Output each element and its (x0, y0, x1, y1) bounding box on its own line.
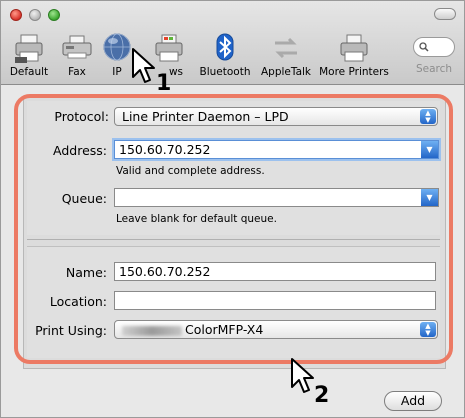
group-divider (27, 239, 440, 240)
queue-field[interactable]: ▼ (114, 188, 439, 207)
location-label: Location: (49, 294, 107, 309)
print-using-value: ColorMFP-X4 (185, 322, 264, 337)
protocol-label: Protocol: (54, 109, 109, 124)
zoom-window-button[interactable] (48, 9, 60, 21)
search-input[interactable] (413, 37, 455, 57)
queue-hint: Leave blank for default queue. (116, 213, 277, 225)
address-hint: Valid and complete address. (116, 165, 265, 177)
name-label: Name: (65, 265, 107, 280)
toolbar: Default Fax IP ws Bluetooth AppleTalk Mo… (1, 1, 464, 85)
cursor-pointer-icon (291, 358, 314, 393)
address-label: Address: (53, 143, 107, 158)
toolbar-label-bluetooth: Bluetooth (199, 66, 251, 78)
chevron-down-icon[interactable]: ▼ (421, 189, 438, 206)
printer-icon (15, 34, 43, 63)
location-field[interactable] (114, 291, 436, 310)
print-using-label: Print Using: (35, 323, 107, 338)
print-browser-window: Default Fax IP ws Bluetooth AppleTalk Mo… (0, 0, 465, 418)
add-button[interactable]: Add (384, 391, 442, 411)
toolbar-item-appletalk[interactable]: AppleTalk (257, 31, 315, 83)
fax-icon (62, 35, 92, 59)
windows-printer-icon (155, 34, 183, 62)
cursor-pointer-icon (132, 48, 155, 83)
search-icon (419, 42, 429, 52)
protocol-popup[interactable]: Line Printer Daemon – LPD ▲ ▼ (114, 107, 438, 126)
redacted-brand (122, 325, 182, 336)
protocol-value: Line Printer Daemon – LPD (122, 109, 289, 124)
toolbar-item-more-printers[interactable]: More Printers (319, 31, 389, 83)
globe-icon (103, 33, 131, 61)
toolbar-item-bluetooth[interactable]: Bluetooth (199, 31, 251, 83)
close-window-button[interactable] (10, 9, 22, 21)
toolbar-label-appletalk: AppleTalk (261, 66, 311, 78)
chevron-down-icon[interactable]: ▼ (421, 141, 438, 158)
appletalk-icon (275, 37, 297, 59)
popup-arrows-icon: ▲ ▼ (420, 322, 436, 337)
queue-label: Queue: (61, 191, 107, 206)
toolbar-item-ip[interactable]: IP (99, 31, 135, 83)
name-field[interactable]: 150.60.70.252 (114, 262, 436, 281)
toolbar-item-default[interactable]: Default (7, 31, 51, 83)
toolbar-label-ip: IP (112, 66, 122, 78)
bluetooth-icon (216, 33, 234, 61)
print-using-popup[interactable]: ColorMFP-X4 ▲ ▼ (114, 320, 438, 339)
toolbar-label-search: Search (415, 63, 453, 75)
toolbar-label-more-printers: More Printers (319, 66, 389, 78)
address-field[interactable]: 150.60.70.252 ▼ (114, 140, 439, 159)
minimize-window-button[interactable] (29, 9, 41, 21)
address-value: 150.60.70.252 (119, 142, 211, 157)
toolbar-item-search[interactable]: Search (411, 31, 457, 83)
toolbar-label-fax: Fax (68, 66, 86, 78)
toolbar-label-default: Default (9, 66, 49, 78)
more-printers-icon (340, 34, 368, 62)
callout-number-1: 1 (156, 71, 172, 96)
popup-arrows-icon: ▲ ▼ (420, 109, 436, 124)
callout-number-2: 2 (314, 383, 330, 408)
toolbar-item-fax[interactable]: Fax (59, 31, 95, 83)
toolbar-toggle-button[interactable] (434, 8, 456, 20)
name-value: 150.60.70.252 (119, 264, 211, 279)
